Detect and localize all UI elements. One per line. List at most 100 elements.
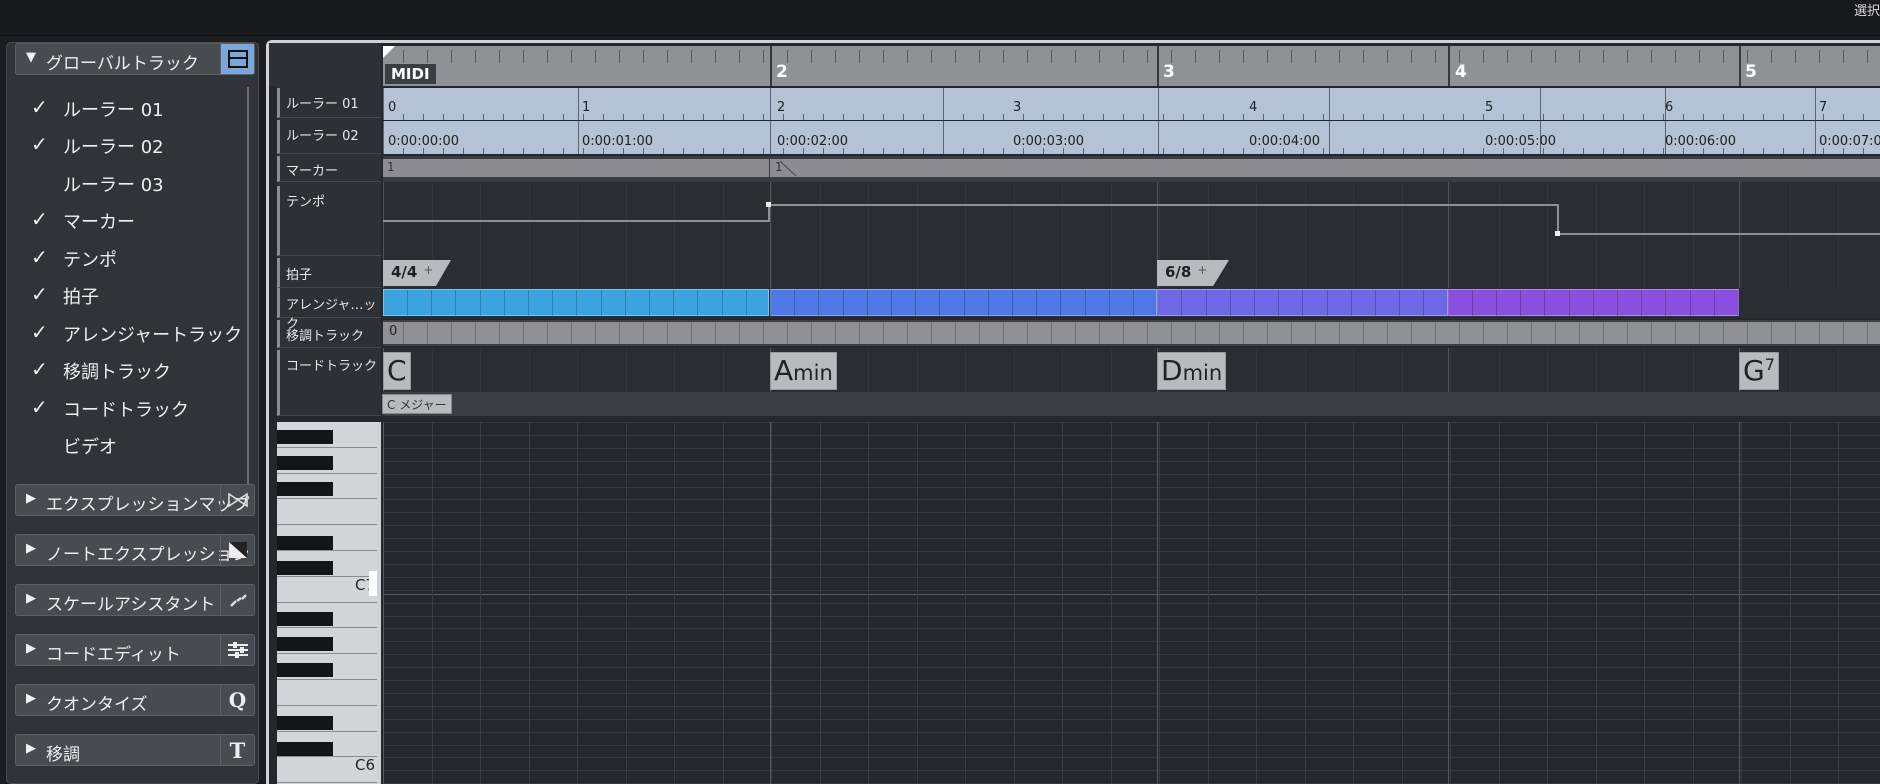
track-name-ruler-02[interactable]: ルーラー 02 (277, 120, 381, 154)
piano-keyboard[interactable]: C7 C6 (277, 422, 381, 784)
time-signature-event[interactable]: 4/4 + (383, 260, 451, 286)
collapse-triangle-icon: ▶ (26, 691, 36, 706)
ruler-tick (1383, 114, 1384, 120)
ruler-tick (1603, 114, 1604, 120)
grid-line (577, 258, 578, 288)
arranger-subdivision (770, 290, 771, 316)
transpose-tick (1339, 322, 1340, 344)
arranger-subdivision (1520, 290, 1522, 316)
ruler-01-lane[interactable]: 0 1 2 3 4 5 6 7 (383, 88, 1880, 120)
arranger-subdivision (745, 290, 747, 316)
ruler-label: 0:00:02:00 (777, 134, 849, 149)
global-track-item-arranger[interactable]: ✓ アレンジャートラック (21, 317, 242, 347)
marker-event[interactable] (770, 159, 1880, 177)
pitch-row-line (383, 770, 1880, 772)
chord-event[interactable]: G7 (1739, 352, 1779, 390)
track-name-chord[interactable]: コードトラック (277, 350, 381, 416)
time-signature-event[interactable]: 6/8 + (1157, 260, 1229, 286)
ruler-tick (595, 50, 596, 63)
track-name-arranger[interactable]: アレンジャ…ック (277, 288, 381, 332)
ruler-02-lane[interactable]: 0:00:00:00 0:00:01:00 0:00:02:00 0:00:03… (383, 121, 1880, 154)
transpose-section-header[interactable]: ▶ 移調 T (15, 734, 255, 766)
global-track-item-ruler-01[interactable]: ✓ ルーラー 01 (21, 92, 231, 122)
transpose-lane[interactable]: 0 (383, 320, 1880, 346)
inspector-scrollbar[interactable] (247, 87, 249, 503)
track-name-ruler-01[interactable]: ルーラー 01 (277, 88, 381, 118)
beat-line (1789, 422, 1791, 784)
chord-quality: min (793, 361, 833, 385)
global-track-item-tempo[interactable]: ✓ テンポ (21, 242, 231, 272)
ruler-tick (499, 50, 500, 63)
layout-icon[interactable] (220, 44, 254, 74)
grid-line (1692, 258, 1694, 288)
track-name-tempo[interactable]: テンポ (277, 186, 381, 256)
chord-edit-section-header[interactable]: ▶ コードエディット (15, 634, 255, 666)
beat-line (1304, 422, 1306, 784)
global-track-item-signature[interactable]: ✓ 拍子 (21, 279, 231, 309)
left-locator-icon[interactable] (383, 46, 397, 60)
ruler-tick (1343, 114, 1344, 120)
chord-event[interactable]: Dmin (1157, 352, 1227, 390)
q-icon[interactable]: Q (220, 685, 254, 715)
scale-event[interactable]: C メジャー (382, 394, 452, 414)
ruler-major-line (1540, 88, 1541, 120)
global-track-item-ruler-02[interactable]: ✓ ルーラー 02 (21, 129, 231, 159)
ruler-tick (1763, 148, 1764, 154)
ruler-tick (1863, 114, 1864, 120)
ruler-tick (1363, 50, 1364, 63)
key-label-c6: C6 (354, 756, 375, 774)
black-key (277, 536, 333, 550)
global-tracks-section-header[interactable]: ▼ グローバルトラック (15, 43, 255, 75)
scale-lane[interactable] (383, 392, 1880, 416)
ruler-tick (1411, 50, 1412, 63)
marker-event[interactable] (383, 159, 769, 177)
global-track-item-ruler-03[interactable]: ルーラー 03 (21, 167, 231, 197)
ruler-tick (1651, 50, 1652, 63)
note-expression-icon[interactable] (220, 535, 254, 565)
transpose-event[interactable] (383, 322, 1880, 344)
transpose-tick (1315, 322, 1316, 344)
sliders-icon[interactable] (220, 635, 254, 665)
chord-event[interactable]: Amin (770, 352, 837, 390)
ruler-tick (503, 148, 504, 154)
ruler-major-line (1158, 88, 1159, 120)
tempo-lane[interactable] (383, 182, 1880, 258)
ruler-tick (483, 148, 484, 154)
signature-lane[interactable]: 4/4 + 6/8 + (383, 258, 1880, 288)
scale-icon[interactable] (220, 585, 254, 615)
global-track-item-transpose[interactable]: ✓ 移調トラック (21, 354, 231, 384)
global-track-item-video[interactable]: ビデオ (21, 429, 231, 459)
transpose-tick (835, 322, 836, 344)
note-grid[interactable] (383, 422, 1880, 784)
ruler-tick (883, 114, 884, 120)
t-icon[interactable]: T (220, 735, 254, 765)
transpose-tick (1363, 322, 1364, 344)
track-name-signature[interactable]: 拍子 (277, 258, 381, 288)
ruler-label: 0:00:07:00 (1819, 134, 1880, 149)
track-name-marker[interactable]: マーカー (277, 156, 381, 182)
track-name-transpose[interactable]: 移調トラック (277, 320, 381, 348)
transpose-tick (1555, 322, 1556, 344)
arranger-lane[interactable] (383, 288, 1880, 318)
tempo-curve[interactable] (383, 182, 1880, 258)
bar-ruler[interactable]: MIDI 2 3 4 5 (383, 46, 1880, 86)
global-track-item-marker[interactable]: ✓ マーカー (21, 204, 231, 234)
quantize-section-header[interactable]: ▶ クオンタイズ Q (15, 684, 255, 716)
expression-map-section-header[interactable]: ▶ エクスプレッションマップ (15, 484, 255, 516)
arranger-subdivision (528, 290, 529, 316)
marker-lane[interactable]: 1 1 (383, 156, 1880, 182)
arranger-subdivision (1592, 290, 1594, 316)
bowtie-icon[interactable] (220, 485, 254, 515)
arranger-subdivision (649, 290, 650, 316)
global-track-item-chord[interactable]: ✓ コードトラック (21, 392, 231, 422)
chord-event[interactable]: C (383, 352, 411, 390)
ruler-tick (1583, 148, 1584, 154)
bar-line (770, 422, 771, 784)
ruler-label: 0:00:00:00 (388, 134, 460, 149)
ruler-tick (1363, 114, 1364, 120)
scale-assistant-section-header[interactable]: ▶ スケールアシスタント (15, 584, 255, 616)
note-expression-section-header[interactable]: ▶ ノートエクスプレッション (15, 534, 255, 566)
ruler-tick (823, 114, 824, 120)
section-label: クオンタイズ (46, 695, 148, 715)
arranger-subdivision (600, 290, 602, 316)
